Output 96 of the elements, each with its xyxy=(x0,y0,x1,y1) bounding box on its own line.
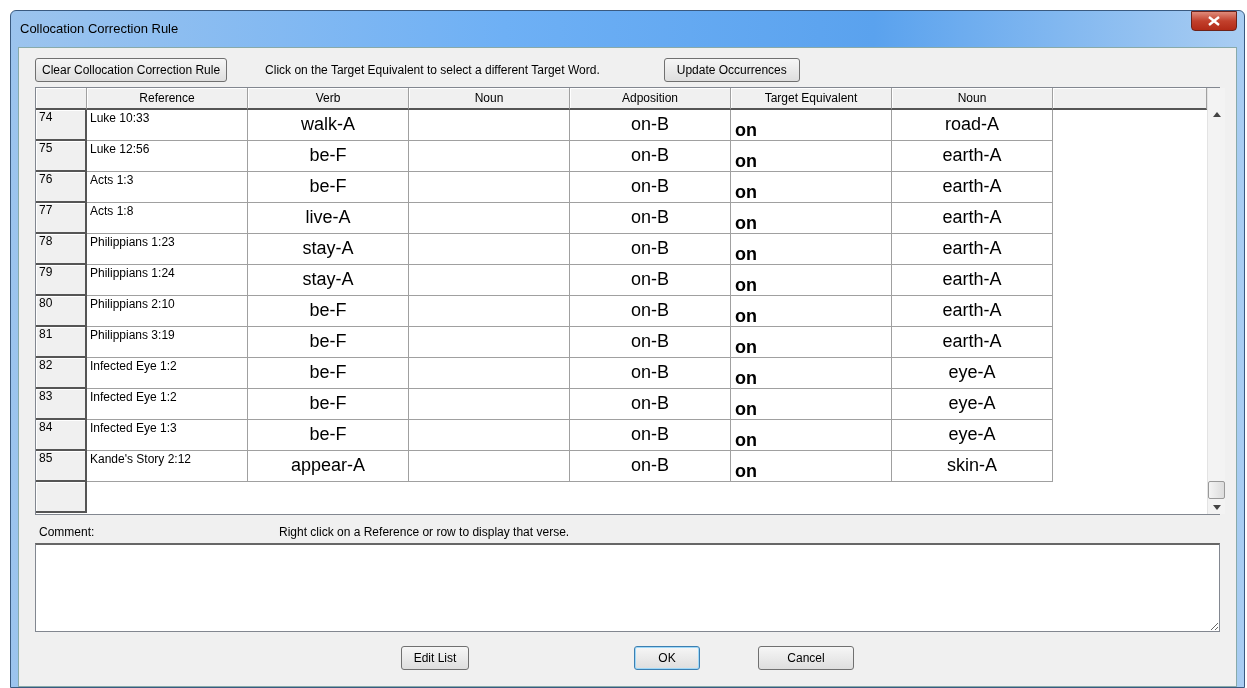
table-cell: Philippians 2:10 xyxy=(87,296,248,327)
row-header[interactable] xyxy=(36,482,87,513)
column-header[interactable]: Noun xyxy=(892,88,1053,110)
table-cell: live-A xyxy=(248,203,409,234)
row-header[interactable]: 77 xyxy=(36,203,87,234)
row-header[interactable]: 79 xyxy=(36,265,87,296)
instruction-text: Click on the Target Equivalent to select a different Target Word. xyxy=(265,62,600,79)
row-header[interactable]: 81 xyxy=(36,327,87,358)
window-title: Collocation Correction Rule xyxy=(20,20,179,39)
table-cell: stay-A xyxy=(248,234,409,265)
scrollbar[interactable] xyxy=(1207,88,1225,514)
instruction-text: Right click on a Reference or row to display that verse. xyxy=(279,524,570,541)
comment-label: Comment: xyxy=(38,524,96,541)
comment-field[interactable] xyxy=(35,543,1220,632)
table-cell: be-F xyxy=(248,141,409,172)
table-cell: skin-A xyxy=(892,451,1053,482)
target-equivalent-cell[interactable]: on xyxy=(731,265,892,296)
row-header[interactable]: 82 xyxy=(36,358,87,389)
target-equivalent-cell[interactable]: on xyxy=(731,234,892,265)
dialog-button[interactable]: OK xyxy=(634,646,700,670)
close-icon xyxy=(1208,16,1220,26)
row-header[interactable]: 84 xyxy=(36,420,87,451)
row-header[interactable]: 78 xyxy=(36,234,87,265)
table-cell: be-F xyxy=(248,327,409,358)
table-cell: earth-A xyxy=(892,327,1053,358)
table-cell: be-F xyxy=(248,389,409,420)
scroll-up-icon[interactable] xyxy=(1212,112,1221,117)
table-cell: road-A xyxy=(892,110,1053,141)
row-header[interactable]: 74 xyxy=(36,110,87,141)
close-button[interactable] xyxy=(1191,11,1237,31)
row-header[interactable]: 75 xyxy=(36,141,87,172)
table-cell: Luke 10:33 xyxy=(87,110,248,141)
column-header[interactable]: Adposition xyxy=(570,88,731,110)
table-cell: be-F xyxy=(248,172,409,203)
table-cell: be-F xyxy=(248,296,409,327)
table-cell: earth-A xyxy=(892,172,1053,203)
table-cell: Luke 12:56 xyxy=(87,141,248,172)
table-cell: Philippians 1:23 xyxy=(87,234,248,265)
table-cell: Infected Eye 1:2 xyxy=(87,389,248,420)
row-header[interactable]: 85 xyxy=(36,451,87,482)
table-cell: earth-A xyxy=(892,265,1053,296)
table-cell: stay-A xyxy=(248,265,409,296)
target-equivalent-cell[interactable]: on xyxy=(731,389,892,420)
table-cell: eye-A xyxy=(892,358,1053,389)
table-cell: on-B xyxy=(570,172,731,203)
table-cell: Infected Eye 1:2 xyxy=(87,358,248,389)
table-cell: eye-A xyxy=(892,389,1053,420)
scroll-down-icon[interactable] xyxy=(1212,505,1221,510)
table-cell: walk-A xyxy=(248,110,409,141)
table-cell: on-B xyxy=(570,203,731,234)
column-header[interactable]: Target Equivalent xyxy=(731,88,892,110)
table-cell: on-B xyxy=(570,389,731,420)
column-header[interactable]: Reference xyxy=(87,88,248,110)
table-cell: be-F xyxy=(248,358,409,389)
target-equivalent-cell[interactable]: on xyxy=(731,451,892,482)
table-cell: on-B xyxy=(570,451,731,482)
row-header[interactable]: 80 xyxy=(36,296,87,327)
table-cell: Kande's Story 2:12 xyxy=(87,451,248,482)
table-cell: eye-A xyxy=(892,420,1053,451)
column-header[interactable]: Verb xyxy=(248,88,409,110)
table-cell: Philippians 3:19 xyxy=(87,327,248,358)
corner-header-cell xyxy=(36,88,87,110)
table-cell: earth-A xyxy=(892,234,1053,265)
column-header[interactable]: Noun xyxy=(409,88,570,110)
row-header[interactable]: 83 xyxy=(36,389,87,420)
target-equivalent-cell[interactable]: on xyxy=(731,110,892,141)
clear-rule-button[interactable]: Clear Collocation Correction Rule xyxy=(35,58,228,82)
update-occurrences-button[interactable]: Update Occurrences xyxy=(663,58,800,82)
table-cell: earth-A xyxy=(892,296,1053,327)
table-cell: on-B xyxy=(570,265,731,296)
target-equivalent-cell[interactable]: on xyxy=(731,296,892,327)
table-cell: on-B xyxy=(570,141,731,172)
target-equivalent-cell[interactable]: on xyxy=(731,327,892,358)
table-cell: on-B xyxy=(570,358,731,389)
row-header[interactable]: 76 xyxy=(36,172,87,203)
target-equivalent-cell[interactable]: on xyxy=(731,420,892,451)
table-cell: Infected Eye 1:3 xyxy=(87,420,248,451)
table-cell: earth-A xyxy=(892,203,1053,234)
table-cell: earth-A xyxy=(892,141,1053,172)
target-equivalent-cell[interactable]: on xyxy=(731,172,892,203)
table-cell: be-F xyxy=(248,420,409,451)
table-cell: on-B xyxy=(570,420,731,451)
table-cell: on-B xyxy=(570,327,731,358)
dialog-button[interactable]: Cancel xyxy=(758,646,854,670)
target-equivalent-cell[interactable]: on xyxy=(731,203,892,234)
table-cell: Philippians 1:24 xyxy=(87,265,248,296)
target-equivalent-cell[interactable]: on xyxy=(731,358,892,389)
table-cell: Acts 1:3 xyxy=(87,172,248,203)
table-cell: Acts 1:8 xyxy=(87,203,248,234)
table-cell: appear-A xyxy=(248,451,409,482)
target-equivalent-cell[interactable]: on xyxy=(731,141,892,172)
scroll-thumb[interactable] xyxy=(1208,481,1225,499)
dialog-button[interactable]: Edit List xyxy=(401,646,469,670)
table-cell: on-B xyxy=(570,296,731,327)
table-cell: on-B xyxy=(570,110,731,141)
table-cell: on-B xyxy=(570,234,731,265)
